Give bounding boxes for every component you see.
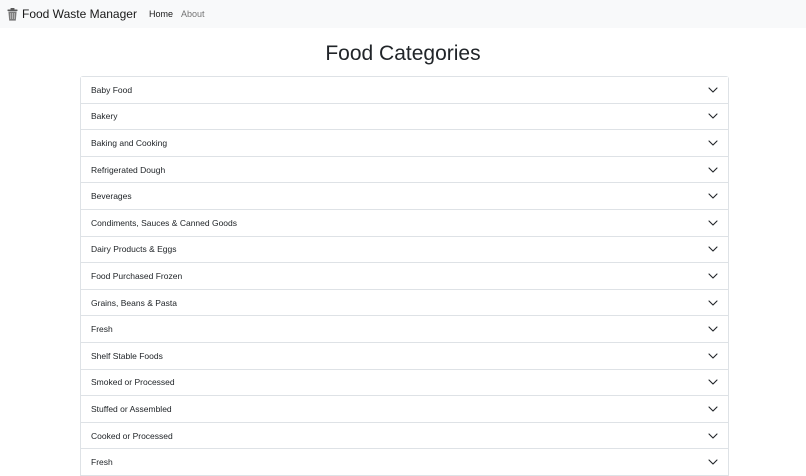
accordion-item-label: Dairy Products & Eggs <box>91 244 177 255</box>
nav-link-home[interactable]: Home <box>149 0 173 28</box>
accordion-item[interactable]: Grains, Beans & Pasta <box>81 289 728 317</box>
brand-name: Food Waste Manager <box>22 7 137 21</box>
chevron-down-icon[interactable] <box>708 299 718 306</box>
chevron-down-icon[interactable] <box>708 326 718 332</box>
accordion-item-label: Baby Food <box>91 84 133 95</box>
accordion-item[interactable]: Cooked or Processed <box>81 422 728 450</box>
chevron-down-icon[interactable] <box>708 113 718 119</box>
accordion-item-label: Refrigerated Dough <box>91 164 166 175</box>
chevron-down-icon[interactable] <box>708 140 718 146</box>
accordion-item[interactable]: Beverages <box>81 183 728 210</box>
chevron-down-icon[interactable] <box>708 379 718 385</box>
accordion-item[interactable]: Stuffed or Assembled <box>81 396 728 423</box>
accordion-item[interactable]: Baking and Cooking <box>81 130 728 157</box>
chevron-down-icon[interactable] <box>708 406 718 412</box>
chevron-down-icon[interactable] <box>708 273 718 279</box>
brand-link[interactable]: Food Waste Manager <box>7 0 137 28</box>
accordion-item[interactable]: Baby Food <box>81 77 728 104</box>
accordion-item-label: Grains, Beans & Pasta <box>91 297 177 308</box>
accordion-item[interactable]: Fresh <box>81 316 728 343</box>
accordion-item-label: Stuffed or Assembled <box>91 403 172 414</box>
chevron-down-icon[interactable] <box>708 246 718 252</box>
navbar: Food Waste Manager Home About <box>0 0 806 28</box>
nav-link-about[interactable]: About <box>181 0 205 28</box>
chevron-down-icon[interactable] <box>708 87 718 93</box>
accordion-item[interactable]: Bakery <box>81 103 728 131</box>
accordion-item-label: Fresh <box>91 324 113 335</box>
accordion-item-label: Bakery <box>91 111 118 122</box>
chevron-down-icon[interactable] <box>708 432 718 439</box>
accordion-item-label: Baking and Cooking <box>91 137 168 148</box>
chevron-down-icon[interactable] <box>708 459 718 465</box>
accordion-item-label: Fresh <box>91 457 113 468</box>
accordion-item-label: Smoked or Processed <box>91 377 175 388</box>
chevron-down-icon[interactable] <box>708 167 718 173</box>
accordion-item-label: Cooked or Processed <box>91 430 173 441</box>
accordion-item[interactable]: Shelf Stable Foods <box>81 342 728 370</box>
chevron-down-icon[interactable] <box>708 193 718 199</box>
chevron-down-icon[interactable] <box>708 353 718 359</box>
page-title: Food Categories <box>325 42 481 65</box>
accordion-item[interactable]: Dairy Products & Eggs <box>81 236 728 264</box>
accordion-item-label: Shelf Stable Foods <box>91 350 163 361</box>
accordion-item[interactable]: Food Purchased Frozen <box>81 263 728 290</box>
accordion-item-label: Beverages <box>91 191 132 202</box>
accordion-item[interactable]: Fresh <box>81 449 728 476</box>
category-accordion: Baby Food Bakery Baking and Cooking Refrige… <box>80 76 729 476</box>
chevron-down-icon[interactable] <box>708 220 718 226</box>
accordion-item-label: Food Purchased Frozen <box>91 270 183 281</box>
accordion-item-label: Condiments, Sauces & Canned Goods <box>91 217 238 228</box>
accordion-item[interactable]: Smoked or Processed <box>81 369 728 397</box>
accordion-item[interactable]: Refrigerated Dough <box>81 156 728 184</box>
accordion-item[interactable]: Condiments, Sauces & Canned Goods <box>81 209 728 237</box>
nav-links: Home About <box>149 0 213 28</box>
trash-can-icon <box>7 7 18 21</box>
